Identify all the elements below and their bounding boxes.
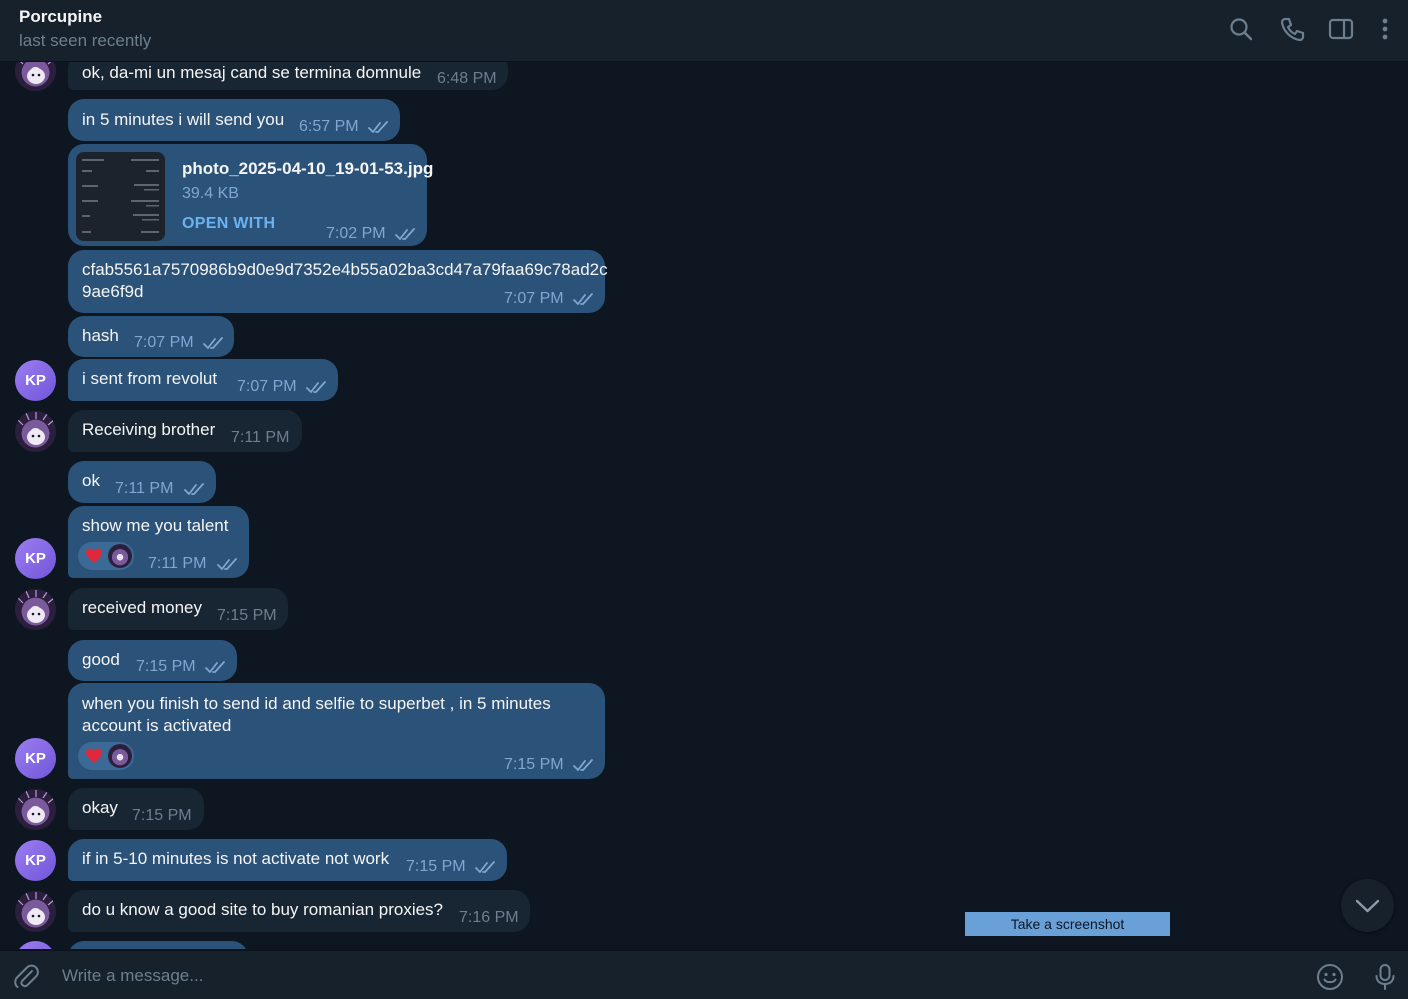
more-vertical-icon[interactable] (1370, 14, 1400, 44)
message-time: 7:11 PM (231, 429, 290, 446)
message-text-line: 9ae6f9d (82, 282, 144, 301)
message-time: 7:11 PM (115, 480, 174, 497)
message-bubble[interactable]: in 5 minutes i will send you 6:57 PM (68, 99, 400, 141)
avatar[interactable] (15, 789, 56, 830)
reaction-badge[interactable] (78, 742, 134, 770)
message-input[interactable] (50, 959, 1290, 993)
read-ticks-icon (205, 660, 227, 674)
scroll-to-bottom-button[interactable] (1341, 879, 1394, 932)
message-text: hash (82, 326, 119, 345)
message-bubble[interactable]: ok 7:11 PM (68, 461, 216, 503)
avatar-kp[interactable] (15, 941, 56, 949)
message-time: 7:02 PM (326, 225, 386, 242)
avatar-kp[interactable]: KP (15, 360, 56, 401)
read-ticks-icon (395, 227, 417, 241)
message-bubble[interactable]: okay 7:15 PM (68, 788, 204, 830)
message-text-line: account is activated (82, 716, 232, 735)
phone-icon[interactable] (1277, 14, 1307, 44)
reaction-badge[interactable] (78, 542, 134, 570)
message-text: in 5 minutes i will send you (82, 110, 285, 129)
message-time: 6:48 PM (437, 70, 497, 87)
search-icon[interactable] (1226, 14, 1256, 44)
read-ticks-icon (368, 120, 390, 134)
message-time: 6:57 PM (299, 118, 359, 135)
sidebar-toggle-icon[interactable] (1326, 14, 1356, 44)
take-screenshot-button[interactable]: Take a screenshot (965, 912, 1170, 936)
chat-header[interactable]: Porcupine last seen recently (0, 0, 1408, 62)
message-time: 7:15 PM (217, 607, 277, 624)
message-bubble[interactable]: ok, da-mi un mesaj cand se termina domnu… (68, 62, 508, 90)
file-message[interactable]: photo_2025-04-10_19-01-53.jpg 39.4 KB OP… (68, 144, 433, 246)
message-bubble[interactable]: when you finish to send id and selfie to… (68, 683, 605, 779)
message-text: received money (82, 598, 203, 617)
avatar[interactable] (15, 62, 56, 91)
read-ticks-icon (184, 482, 206, 496)
file-name: photo_2025-04-10_19-01-53.jpg (182, 159, 434, 178)
message-time: 7:15 PM (136, 658, 196, 675)
message-time: 7:11 PM (148, 555, 207, 572)
message-text: do u know a good site to buy romanian pr… (82, 900, 444, 919)
message-bubble[interactable]: received money 7:15 PM (68, 588, 288, 630)
avatar-kp[interactable]: KP (15, 840, 56, 881)
chevron-down-icon (1355, 899, 1380, 913)
reactor-avatar (108, 744, 132, 768)
chat-status: last seen recently (19, 31, 152, 50)
heart-icon (86, 548, 102, 563)
message-time: 7:16 PM (459, 909, 519, 926)
message-text-line: cfab5561a7570986b9d0e9d7352e4b55a02ba3cd… (82, 260, 608, 279)
message-time: 7:07 PM (504, 290, 564, 307)
message-bubble[interactable]: if in 5-10 minutes is not activate not w… (68, 839, 507, 881)
heart-icon (86, 748, 102, 763)
message-bubble[interactable]: show me you talent 7:11 PM (68, 506, 249, 578)
file-size: 39.4 KB (182, 185, 239, 202)
message-text: i sent from revolut (82, 369, 218, 388)
message-time: 7:15 PM (504, 756, 564, 773)
telegram-window: Porcupine last seen recently ok, da-mi u… (0, 0, 1408, 999)
message-text: show me you talent (82, 516, 229, 535)
message-bubble[interactable]: cfab5561a7570986b9d0e9d7352e4b55a02ba3cd… (68, 250, 608, 313)
reactor-avatar (108, 544, 132, 568)
message-text: if in 5-10 minutes is not activate not w… (82, 849, 390, 868)
read-ticks-icon (573, 292, 595, 306)
message-text: okay (82, 798, 118, 817)
read-ticks-icon (475, 860, 497, 874)
read-ticks-icon (217, 557, 239, 571)
emoji-icon[interactable] (1316, 963, 1344, 991)
message-time: 7:07 PM (237, 378, 297, 395)
avatar[interactable] (15, 891, 56, 932)
message-bubble[interactable]: do u know a good site to buy romanian pr… (68, 890, 530, 932)
avatar-kp[interactable]: KP (15, 738, 56, 779)
chat-title[interactable]: Porcupine (19, 7, 102, 27)
message-list[interactable]: ok, da-mi un mesaj cand se termina domnu… (0, 62, 1408, 949)
message-text: good (82, 650, 120, 669)
read-ticks-icon (306, 380, 328, 394)
message-bubble[interactable] (68, 941, 248, 949)
message-text: ok, da-mi un mesaj cand se termina domnu… (82, 63, 422, 82)
message-bubble[interactable]: good 7:15 PM (68, 640, 237, 681)
message-composer (0, 950, 1408, 999)
message-time: 7:15 PM (132, 807, 192, 824)
avatar-kp[interactable]: KP (15, 538, 56, 579)
avatar[interactable] (15, 411, 56, 452)
message-time: 7:07 PM (134, 334, 194, 351)
read-ticks-icon (573, 758, 595, 772)
message-text: ok (82, 471, 100, 490)
message-bubble[interactable]: Receiving brother 7:11 PM (68, 410, 302, 452)
attach-icon[interactable] (13, 963, 41, 991)
microphone-icon[interactable] (1371, 963, 1399, 991)
photo-thumbnail[interactable] (76, 152, 165, 241)
open-with-button[interactable]: OPEN WITH (182, 213, 275, 235)
avatar[interactable] (15, 589, 56, 630)
message-bubble[interactable]: hash 7:07 PM (68, 316, 234, 357)
message-text: Receiving brother (82, 420, 216, 439)
message-time: 7:15 PM (406, 858, 466, 875)
message-text-line: when you finish to send id and selfie to… (82, 694, 551, 713)
message-bubble[interactable]: i sent from revolut 7:07 PM (68, 359, 338, 401)
read-ticks-icon (203, 336, 225, 350)
